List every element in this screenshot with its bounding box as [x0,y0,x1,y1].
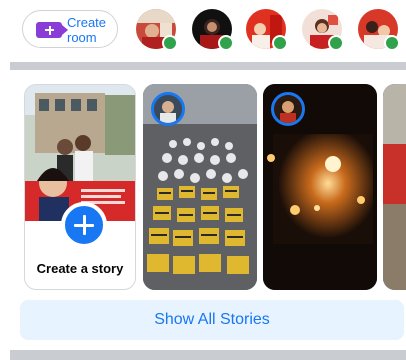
create-room-label: Create room [67,15,113,45]
online-indicator [384,35,400,51]
plus-icon[interactable] [61,202,107,248]
story-thumbnail [383,84,406,290]
profile-photo [25,85,135,221]
online-indicator [218,35,234,51]
friend-avatar[interactable] [302,9,344,51]
story-card[interactable] [143,84,257,290]
online-indicator [328,35,344,51]
rooms-bar: Create room [0,0,406,62]
create-story-card[interactable]: Create a story [24,84,136,290]
story-card[interactable] [263,84,377,290]
section-divider [10,350,406,360]
story-author-avatar [151,92,185,126]
create-room-label-line1: Create [67,15,107,30]
story-author-avatar [271,92,305,126]
story-card[interactable] [383,84,406,290]
online-indicator [162,35,178,51]
create-room-label-line2: room [67,30,97,45]
create-story-label: Create a story [36,261,124,276]
create-room-button[interactable]: Create room [22,10,118,48]
show-all-stories-button[interactable]: Show All Stories [20,300,404,340]
friend-avatar[interactable] [192,9,234,51]
friend-avatar[interactable] [358,9,400,51]
friend-avatar[interactable] [246,9,288,51]
stories-tray: Create a story [0,78,406,292]
section-divider [10,62,406,70]
online-indicator [272,35,288,51]
friend-avatar[interactable] [136,9,178,51]
video-plus-icon [36,22,68,38]
